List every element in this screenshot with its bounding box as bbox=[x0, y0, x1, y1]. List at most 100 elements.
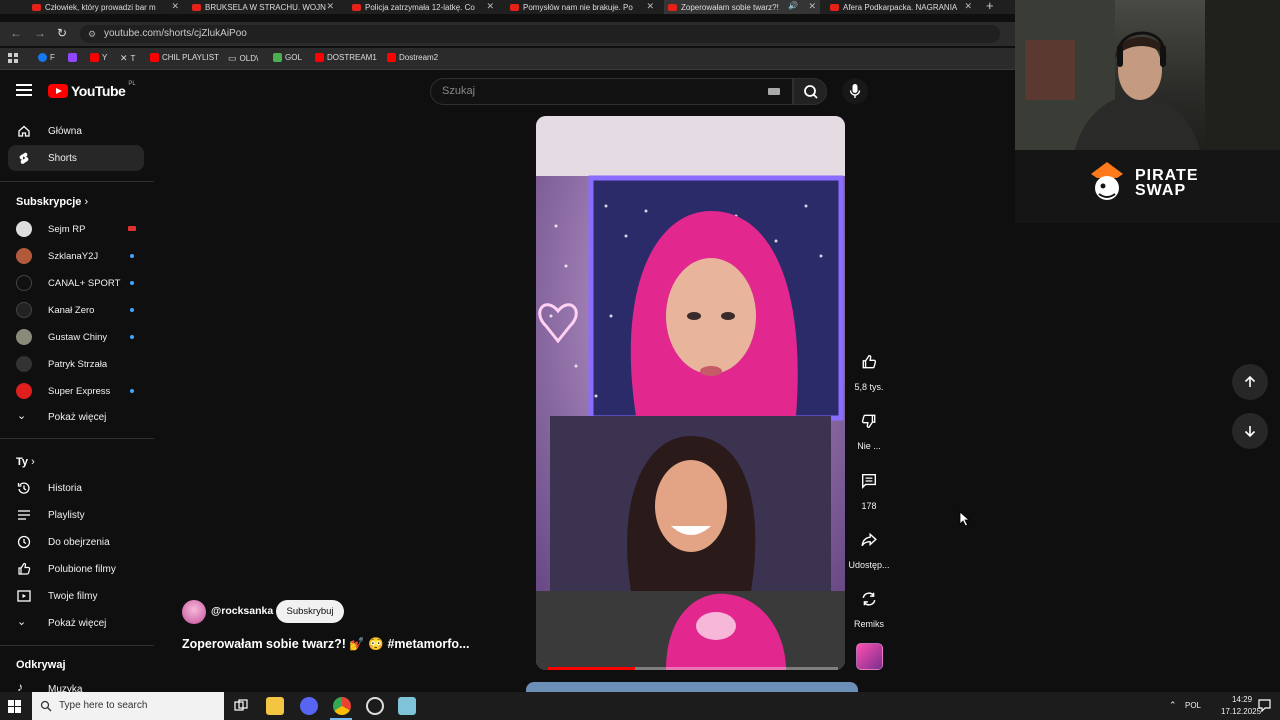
next-short-button[interactable] bbox=[1232, 413, 1268, 449]
browser-tab[interactable]: Afera Podkarpacka. NAGRANIA ✕ bbox=[826, 0, 976, 14]
browser-tab[interactable]: Pomysłów nam nie brakuje. Po ✕ bbox=[506, 0, 658, 14]
voice-search-button[interactable] bbox=[842, 78, 868, 104]
new-tab-icon[interactable]: + bbox=[986, 0, 994, 13]
discord-icon[interactable] bbox=[300, 697, 318, 715]
close-tab-icon[interactable]: ✕ bbox=[808, 1, 816, 12]
browser-tab[interactable]: Człowiek, który prowadzi bar m ✕ bbox=[28, 0, 183, 14]
taskbar-search-input[interactable]: Type here to search bbox=[32, 692, 224, 720]
subscription-canal-sport[interactable]: CANAL+ SPORT bbox=[16, 273, 136, 293]
search-input[interactable]: Szukaj bbox=[430, 78, 793, 105]
forward-icon[interactable]: → bbox=[34, 26, 46, 40]
site-info-icon[interactable]: ⚙ bbox=[88, 25, 96, 43]
youtube-logo[interactable]: YouTube PL bbox=[48, 81, 136, 99]
subscription-gustaw-chiny[interactable]: Gustaw Chiny bbox=[16, 327, 136, 347]
speaker-icon[interactable]: 🔊 bbox=[788, 1, 798, 10]
close-tab-icon[interactable]: ✕ bbox=[646, 1, 654, 12]
hamburger-menu-icon[interactable] bbox=[16, 84, 32, 98]
bookmark-chill-playlist[interactable]: CHIL PLAYLIST bbox=[150, 53, 219, 62]
notifications-icon[interactable] bbox=[1258, 699, 1271, 712]
close-tab-icon[interactable]: ✕ bbox=[171, 1, 179, 12]
explore-heading: Odkrywaj bbox=[16, 659, 66, 671]
sidebar-item-liked-videos[interactable]: Polubione filmy bbox=[8, 556, 144, 582]
video-progress-bar[interactable] bbox=[548, 667, 838, 670]
windows-start-icon[interactable] bbox=[8, 700, 21, 713]
youtube-favicon-icon bbox=[668, 3, 677, 11]
share-button[interactable]: Udostęp... bbox=[848, 524, 890, 570]
task-view-icon[interactable] bbox=[232, 697, 250, 715]
sidebar-item-history[interactable]: Historia bbox=[8, 475, 144, 501]
bookmark-dostream1[interactable]: DOSTREAM1 bbox=[315, 53, 377, 62]
subscribe-button[interactable]: Subskrybuj bbox=[276, 600, 344, 623]
mouse-cursor-icon bbox=[959, 511, 971, 527]
comments-button[interactable]: 178 bbox=[848, 465, 890, 511]
share-label: Udostęp... bbox=[848, 560, 890, 570]
bookmark-twitch[interactable] bbox=[68, 53, 77, 62]
youtube-icon bbox=[315, 53, 324, 62]
search-button[interactable] bbox=[793, 78, 827, 105]
subscription-szklanay2j[interactable]: SzklanaY2J bbox=[16, 246, 136, 266]
chevron-up-icon[interactable]: ⌃ bbox=[1169, 700, 1177, 711]
obs-icon[interactable] bbox=[366, 697, 384, 715]
dislike-button[interactable]: Nie ... bbox=[848, 405, 890, 451]
subscription-patryk-strzala[interactable]: Patryk Strzała bbox=[16, 354, 136, 374]
sidebar-item-your-videos[interactable]: Twoje filmy bbox=[8, 583, 144, 609]
close-tab-icon[interactable]: ✕ bbox=[964, 1, 972, 12]
tab-label: Zoperowałam sobie twarz?! bbox=[681, 2, 779, 12]
sidebar-divider bbox=[0, 645, 154, 646]
like-button[interactable]: 5,8 tys. bbox=[848, 346, 890, 392]
channel-avatar[interactable] bbox=[182, 600, 206, 624]
subscription-sejm-rp[interactable]: Sejm RP bbox=[16, 219, 136, 239]
tab-label: Policja zatrzymała 12-latkę. Co bbox=[365, 2, 475, 12]
shorts-video-player[interactable] bbox=[536, 116, 845, 670]
comment-icon bbox=[862, 474, 876, 489]
sidebar-item-shorts[interactable]: Shorts bbox=[8, 145, 144, 171]
video-icon bbox=[17, 590, 31, 602]
address-bar[interactable]: ⚙ youtube.com/shorts/cjZlukAiPoo bbox=[80, 25, 1000, 43]
keyboard-icon[interactable] bbox=[768, 88, 780, 95]
clock-time[interactable]: 14:29 bbox=[1232, 695, 1252, 704]
channel-name[interactable]: @rocksanka bbox=[211, 605, 273, 617]
show-more-subscriptions[interactable]: ⌄ Pokaż więcej bbox=[8, 404, 144, 430]
sidebar-item-playlists[interactable]: Playlisty bbox=[8, 502, 144, 528]
short-title[interactable]: Zoperowałam sobie twarz?! 💅 😳 #metamorfo… bbox=[182, 637, 469, 652]
previous-short-button[interactable] bbox=[1232, 364, 1268, 400]
back-icon[interactable]: ← bbox=[10, 26, 22, 40]
show-more-you[interactable]: ⌄ Pokaż więcej bbox=[8, 610, 144, 636]
browser-tab-active[interactable]: Zoperowałam sobie twarz?! 🔊 ✕ bbox=[664, 0, 820, 14]
sidebar-item-home[interactable]: Główna bbox=[8, 118, 144, 144]
browser-tab[interactable]: Policja zatrzymała 12-latkę. Co ✕ bbox=[348, 0, 498, 14]
bookmark-folder-old[interactable]: ▭ OLD\ bbox=[228, 53, 258, 64]
bookmark-gol[interactable]: GOL bbox=[273, 53, 302, 62]
sidebar-item-watch-later[interactable]: Do obejrzenia bbox=[8, 529, 144, 555]
browser-tab[interactable]: BRUKSELA W STRACHU. WOJN ✕ bbox=[188, 0, 338, 14]
new-content-dot-icon bbox=[130, 254, 134, 258]
chrome-icon[interactable] bbox=[333, 697, 351, 715]
like-count: 5,8 tys. bbox=[854, 382, 884, 392]
subscription-kanal-zero[interactable]: Kanał Zero bbox=[16, 300, 136, 320]
bookmark-facebook[interactable]: F bbox=[38, 53, 55, 62]
language-indicator[interactable]: POL bbox=[1185, 701, 1201, 710]
reload-icon[interactable]: ↻ bbox=[57, 26, 67, 40]
sponsor-name: PIRATE SWAP bbox=[1135, 167, 1199, 199]
close-tab-icon[interactable]: ✕ bbox=[326, 1, 334, 12]
bookmark-dostream2[interactable]: Dostream2 bbox=[387, 53, 438, 62]
apps-grid-icon[interactable] bbox=[8, 53, 18, 63]
youtube-favicon-icon bbox=[192, 3, 201, 11]
file-explorer-icon[interactable] bbox=[266, 697, 284, 715]
bookmark-x[interactable]: ✕ T bbox=[120, 53, 135, 64]
sound-thumbnail[interactable] bbox=[856, 643, 883, 670]
subscriptions-heading[interactable]: Subskrypcje › bbox=[16, 196, 88, 208]
folder-icon: ▭ bbox=[228, 53, 237, 63]
history-icon bbox=[17, 482, 30, 494]
you-heading[interactable]: Ty › bbox=[16, 456, 35, 468]
subscription-super-express[interactable]: Super Express bbox=[16, 381, 136, 401]
dislike-label: Nie ... bbox=[857, 441, 881, 451]
remix-button[interactable]: Remiks bbox=[848, 583, 890, 629]
sidebar-divider bbox=[0, 438, 154, 439]
notepad-icon[interactable] bbox=[398, 697, 416, 715]
youtube-icon bbox=[150, 53, 159, 62]
new-content-dot-icon bbox=[130, 389, 134, 393]
clock-date[interactable]: 17.12.2025 bbox=[1221, 707, 1261, 716]
close-tab-icon[interactable]: ✕ bbox=[486, 1, 494, 12]
bookmark-youtube[interactable]: Y bbox=[90, 53, 107, 62]
